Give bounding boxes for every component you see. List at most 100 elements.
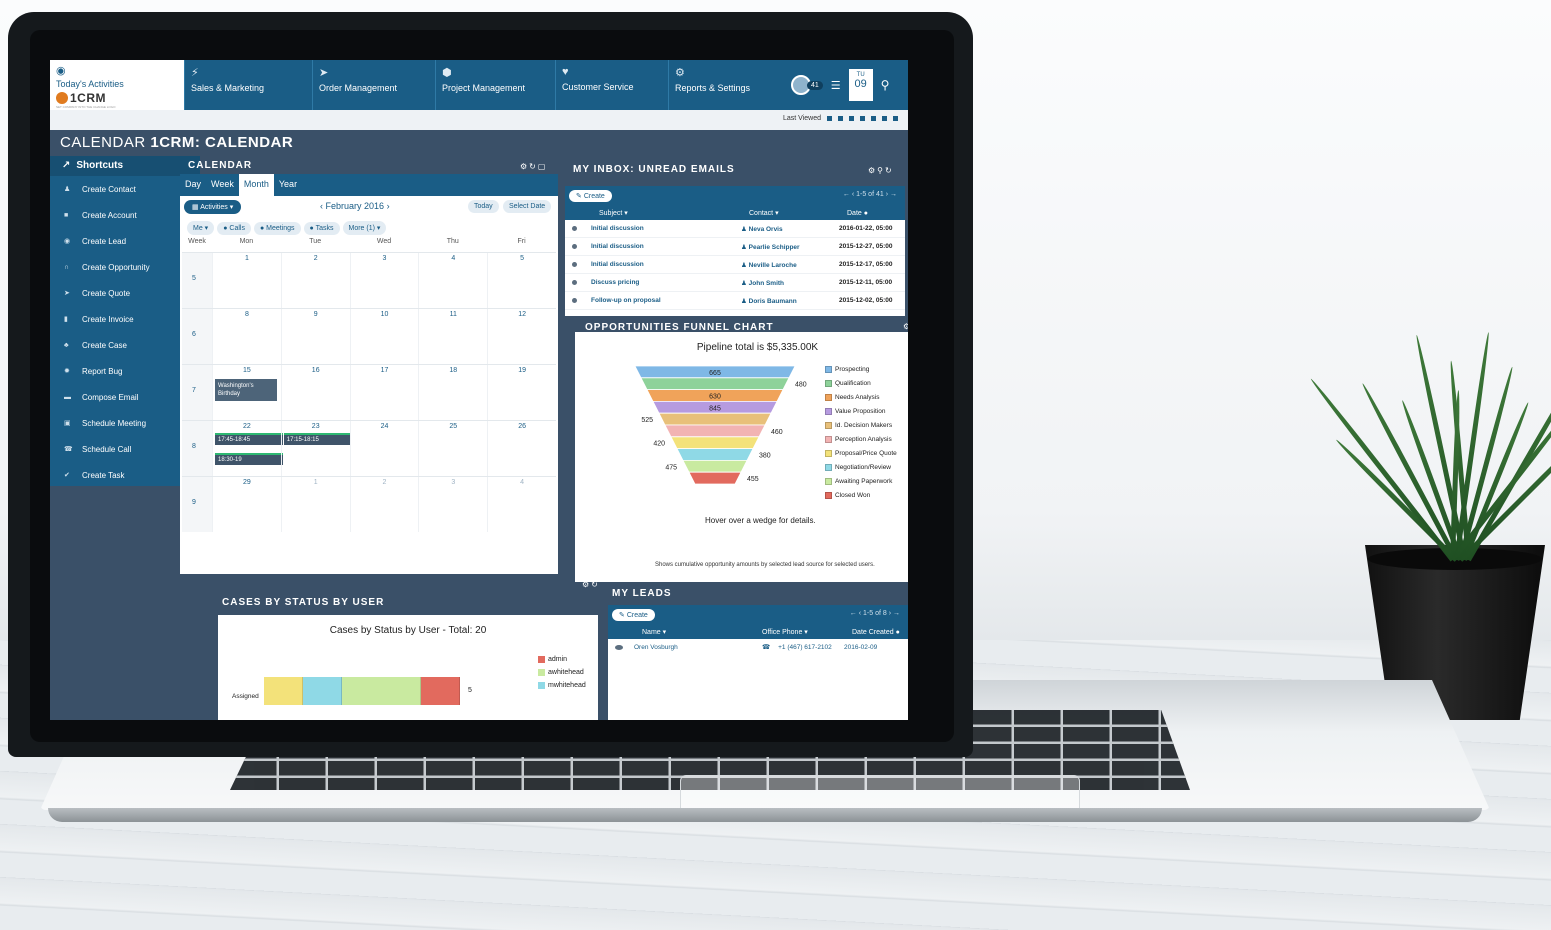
- recent-item-icon[interactable]: [871, 116, 876, 121]
- email-subject[interactable]: Initial discussion: [583, 243, 733, 250]
- calendar-day-cell[interactable]: 4: [487, 477, 556, 532]
- week-number[interactable]: 6: [182, 309, 212, 364]
- sidebar-item-create-contact[interactable]: ♟ Create Contact: [50, 176, 200, 202]
- email-subject[interactable]: Initial discussion: [583, 225, 733, 232]
- settings-icon[interactable]: ⚙: [520, 162, 529, 171]
- sidebar-item-schedule-meeting[interactable]: ▣ Schedule Meeting: [50, 410, 200, 436]
- search-icon[interactable]: ⚲: [881, 78, 890, 92]
- calendar-day-cell[interactable]: 2: [349, 477, 419, 532]
- calendar-day-cell[interactable]: 2: [280, 253, 350, 308]
- select-date-button[interactable]: Select Date: [503, 200, 552, 213]
- calendar-day-cell[interactable]: 3: [418, 477, 487, 532]
- calendar-day-cell[interactable]: 5: [487, 253, 556, 308]
- sidebar-item-report-bug[interactable]: ✹ Report Bug: [50, 358, 200, 384]
- recent-item-icon[interactable]: [860, 116, 865, 121]
- week-number[interactable]: 9: [182, 477, 212, 532]
- calendar-day-cell[interactable]: 1: [280, 477, 350, 532]
- legend-item[interactable]: mwhitehead: [538, 679, 586, 692]
- legend-item[interactable]: Id. Decision Makers: [825, 418, 897, 432]
- week-number[interactable]: 8: [182, 421, 212, 476]
- refresh-icon[interactable]: ↻: [529, 162, 538, 171]
- tab-week[interactable]: Week: [206, 174, 239, 196]
- filter-calls[interactable]: ● Calls: [217, 221, 251, 235]
- calendar-event[interactable]: 18:30-19: [215, 453, 283, 465]
- calendar-day-cell[interactable]: 10: [349, 309, 419, 364]
- next-month-icon[interactable]: ›: [387, 201, 390, 211]
- calendar-day-cell[interactable]: 15 Washington's Birthday: [212, 365, 281, 420]
- column-name[interactable]: Name ▾: [626, 628, 746, 636]
- cases-bar-segment[interactable]: [342, 677, 421, 705]
- calendar-day-cell[interactable]: 22 17:45-18:45 18:30-19: [212, 421, 283, 476]
- tab-day[interactable]: Day: [180, 174, 206, 196]
- email-contact[interactable]: ♟ Neva Orvis: [733, 225, 831, 233]
- sidebar-item-create-case[interactable]: ♣ Create Case: [50, 332, 200, 358]
- table-row[interactable]: Oren Vosburgh ☎ +1 (467) 617-2102 2016-02-0…: [608, 639, 908, 655]
- calendar-day-cell[interactable]: 11: [418, 309, 487, 364]
- week-number[interactable]: 7: [182, 365, 212, 420]
- legend-item[interactable]: Negotiation/Review: [825, 460, 897, 474]
- legend-item[interactable]: Awaiting Paperwork: [825, 474, 897, 488]
- calendar-day-cell[interactable]: 25: [418, 421, 487, 476]
- today-button[interactable]: Today: [468, 200, 499, 213]
- column-contact[interactable]: Contact ▾: [733, 209, 831, 217]
- legend-item[interactable]: Qualification: [825, 376, 897, 390]
- recent-item-icon[interactable]: [849, 116, 854, 121]
- filter-me[interactable]: Me ▾: [187, 221, 215, 235]
- table-row[interactable]: Discuss pricing ♟ John Smith 2015-12-11, 0…: [565, 274, 905, 292]
- column-subject[interactable]: Subject ▾: [583, 209, 733, 217]
- calendar-day-cell[interactable]: 8: [212, 309, 281, 364]
- refresh-icon[interactable]: ↻: [591, 580, 600, 589]
- notification-badge[interactable]: 41: [807, 80, 823, 90]
- calendar-day-cell[interactable]: 1: [212, 253, 281, 308]
- settings-icon[interactable]: ⚙: [903, 322, 908, 331]
- sidebar-item-create-invoice[interactable]: ▮ Create Invoice: [50, 306, 200, 332]
- calendar-day-cell[interactable]: 17: [349, 365, 419, 420]
- funnel-slice[interactable]: [688, 471, 742, 485]
- calendar-day-cell[interactable]: 19: [487, 365, 556, 420]
- legend-item[interactable]: Needs Analysis: [825, 390, 897, 404]
- recent-item-icon[interactable]: [893, 116, 898, 121]
- calendar-day-cell[interactable]: 16: [280, 365, 350, 420]
- legend-item[interactable]: admin: [538, 653, 586, 666]
- calendar-day-cell[interactable]: 12: [487, 309, 556, 364]
- recent-item-icon[interactable]: [838, 116, 843, 121]
- funnel-chart[interactable]: 665 480 630 845 525 460 420 380 475 455: [615, 360, 815, 510]
- activities-dropdown[interactable]: ▦ Activities ▾: [184, 200, 242, 214]
- week-number[interactable]: 5: [182, 253, 212, 308]
- funnel-slice[interactable]: [670, 436, 760, 449]
- calendar-day-cell[interactable]: 26: [487, 421, 556, 476]
- filter-tasks[interactable]: ● Tasks: [303, 221, 340, 235]
- table-row[interactable]: Initial discussion ♟ Neville Laroche 2015-…: [565, 256, 905, 274]
- table-row[interactable]: Follow-up on proposal ♟ Doris Baumann 2015…: [565, 292, 905, 310]
- legend-item[interactable]: Proposal/Price Quote: [825, 446, 897, 460]
- calendar-day-cell[interactable]: 24: [349, 421, 419, 476]
- sidebar-item-create-quote[interactable]: ➤ Create Quote: [50, 280, 200, 306]
- leads-pager[interactable]: ← ‹ 1-5 of 8 › →: [850, 610, 900, 617]
- lead-name[interactable]: Oren Vosburgh: [626, 644, 746, 651]
- filter-more[interactable]: More (1) ▾: [342, 221, 387, 235]
- email-subject[interactable]: Follow-up on proposal: [583, 297, 733, 304]
- email-subject[interactable]: Discuss pricing: [583, 279, 733, 286]
- table-row[interactable]: Initial discussion ♟ Neva Orvis 2016-01-22…: [565, 220, 905, 238]
- recent-item-icon[interactable]: [882, 116, 887, 121]
- sidebar-item-create-account[interactable]: ■ Create Account: [50, 202, 200, 228]
- sidebar-item-create-lead[interactable]: ◉ Create Lead: [50, 228, 200, 254]
- cases-bar-segment[interactable]: [303, 677, 343, 705]
- lead-phone[interactable]: ☎ +1 (467) 617-2102: [746, 643, 836, 651]
- funnel-slice[interactable]: [640, 377, 790, 391]
- column-date-created[interactable]: Date Created ●: [836, 629, 908, 636]
- table-row[interactable]: Initial discussion ♟ Pearlie Schipper 2015…: [565, 238, 905, 256]
- sidebar-item-schedule-call[interactable]: ☎ Schedule Call: [50, 436, 200, 462]
- calendar-day-cell[interactable]: 4: [418, 253, 487, 308]
- calendar-event[interactable]: 17:15-18:15: [283, 433, 350, 445]
- inbox-pager[interactable]: ← ‹ 1-5 of 41 › →: [843, 191, 897, 198]
- tab-month[interactable]: Month: [238, 174, 274, 196]
- sidebar-item-create-opportunity[interactable]: ∩ Create Opportunity: [50, 254, 200, 280]
- calendar-day-cell[interactable]: 3: [349, 253, 419, 308]
- legend-item[interactable]: Prospecting: [825, 362, 897, 376]
- brand-logo[interactable]: 1CRM: [56, 91, 178, 105]
- funnel-slice[interactable]: [664, 424, 766, 438]
- calendar-day-cell[interactable]: 23 17:15-18:15: [280, 421, 350, 476]
- cases-bar-segment[interactable]: [420, 677, 460, 705]
- funnel-slice[interactable]: [658, 412, 772, 426]
